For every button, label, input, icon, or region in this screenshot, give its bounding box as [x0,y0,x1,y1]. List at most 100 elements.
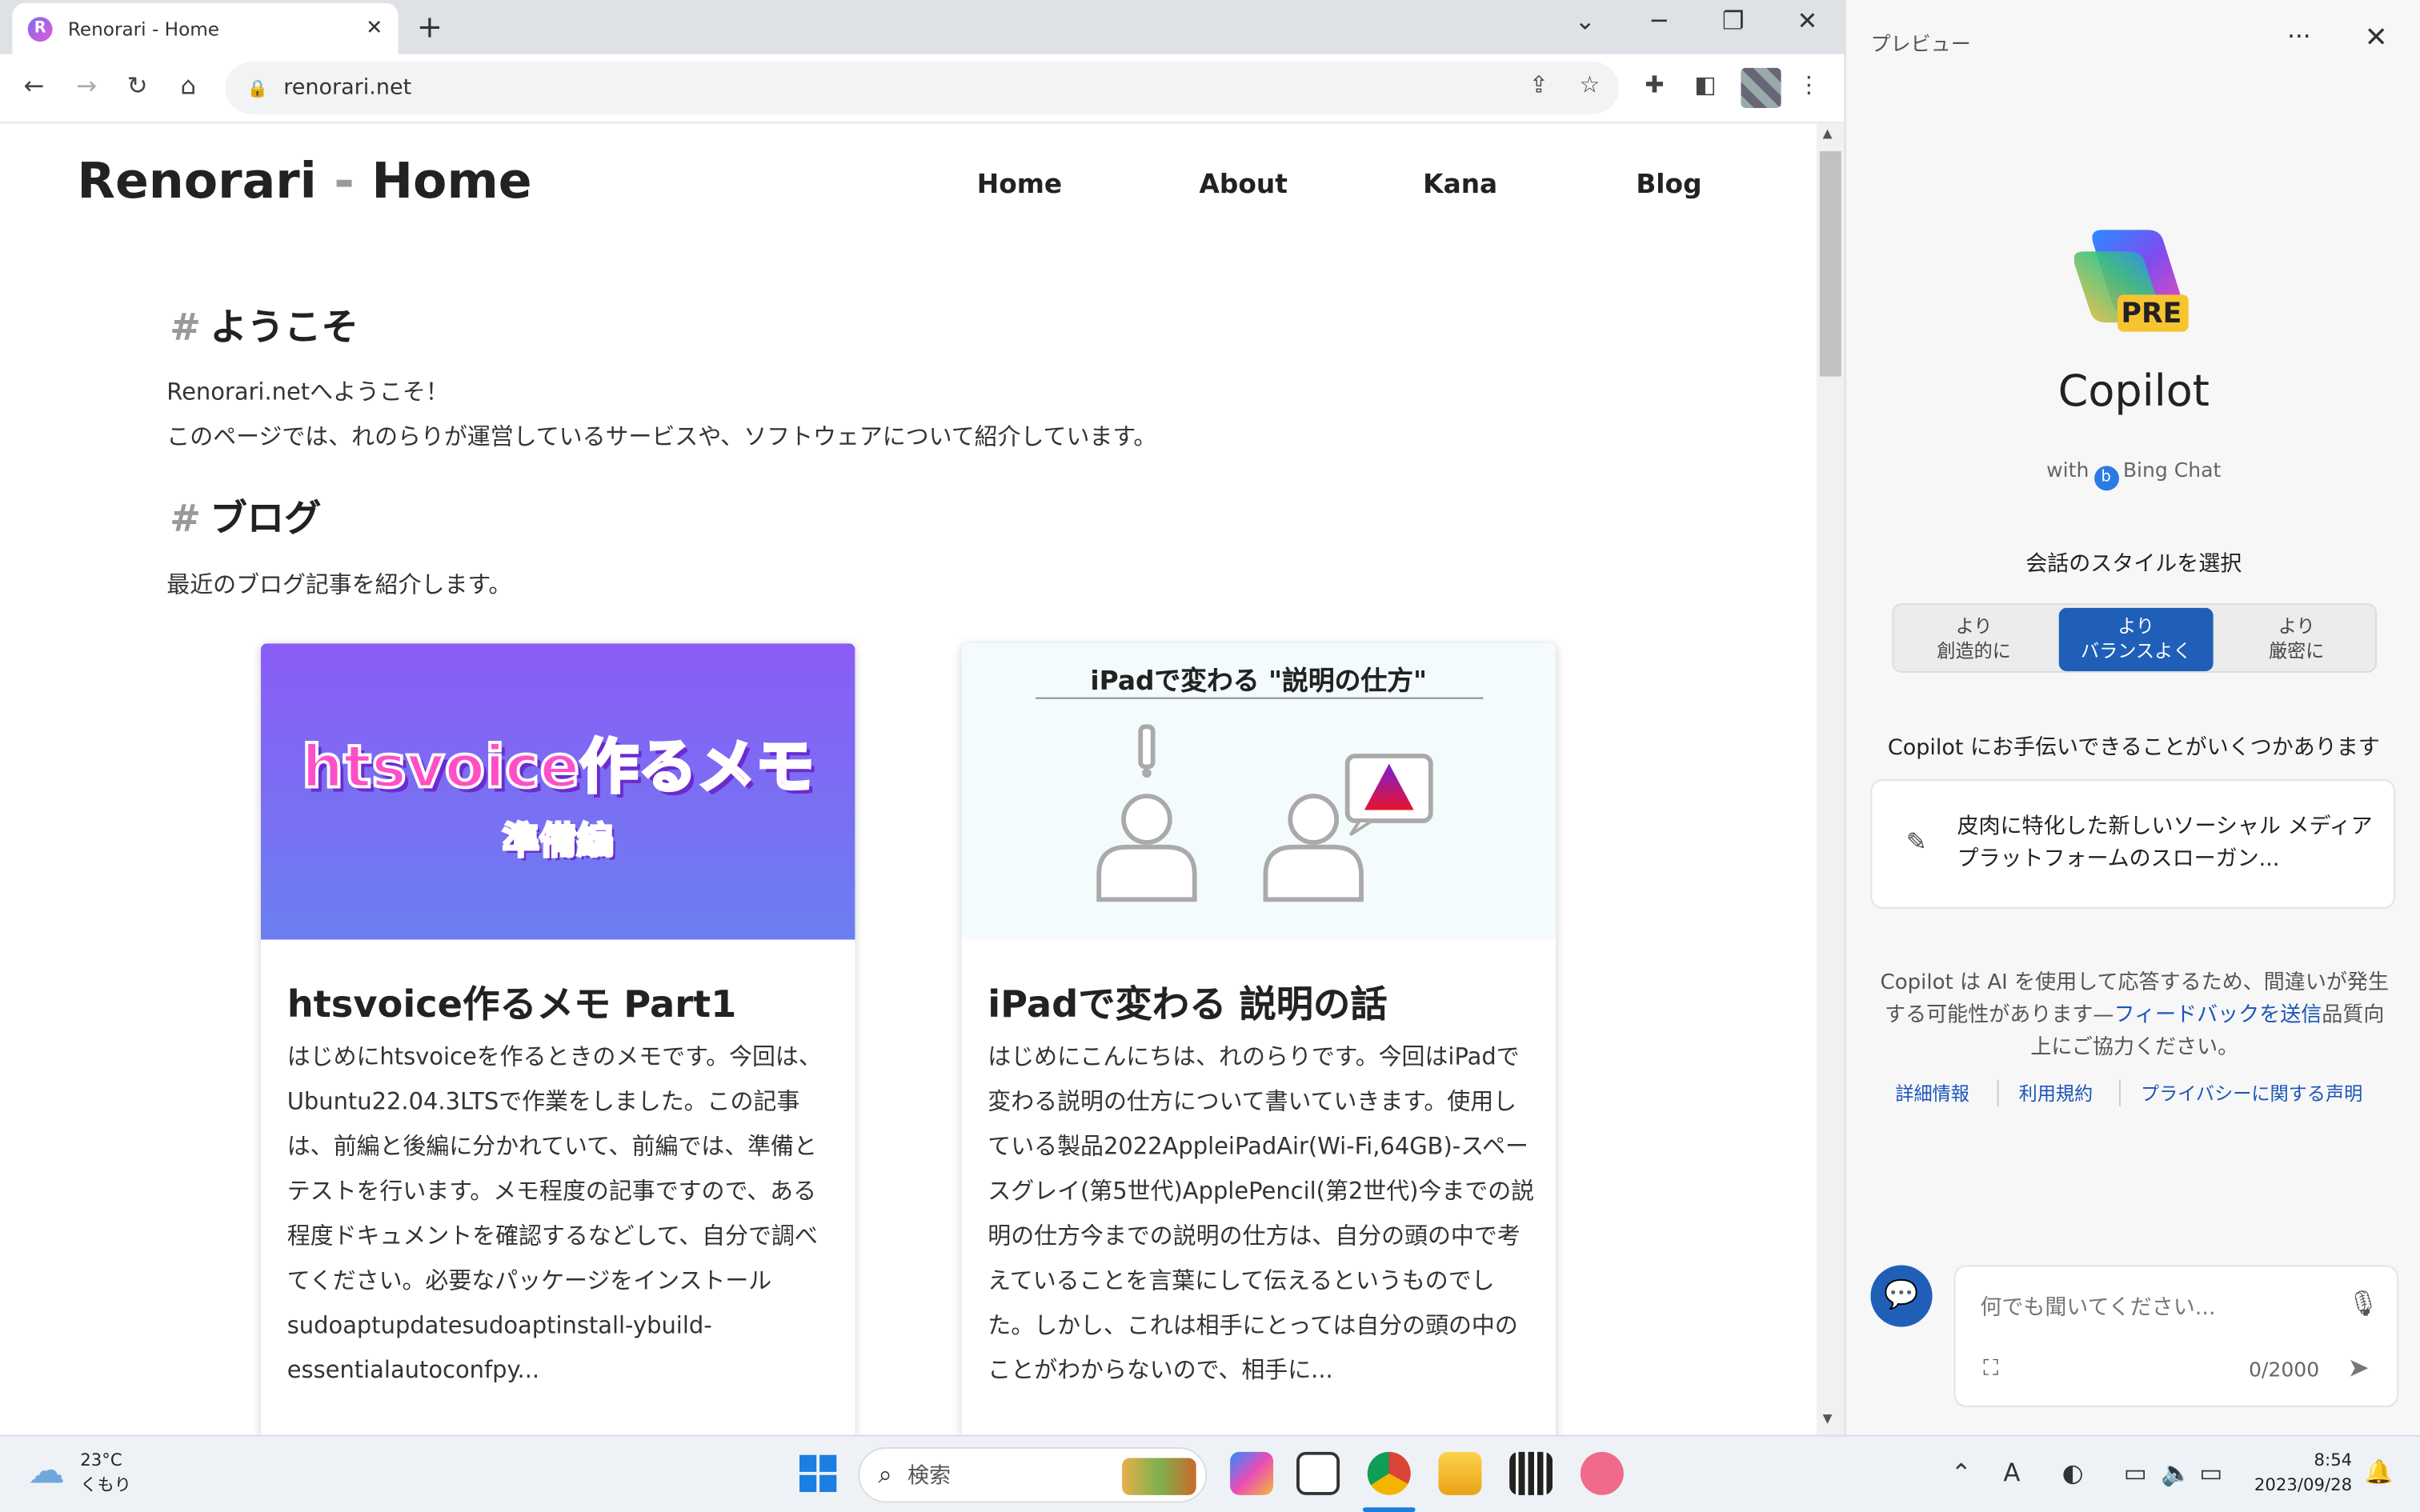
search-highlight-image [1122,1458,1196,1495]
back-icon[interactable]: ← [18,71,50,101]
scroll-up-icon[interactable]: ▲ [1823,126,1833,140]
style-precise-button[interactable]: より 厳密に [2219,608,2374,671]
clock[interactable]: 8:54 2023/09/28 [2254,1449,2352,1498]
renorari-favicon-icon: R [27,16,53,42]
scroll-down-icon[interactable]: ▼ [1823,1412,1833,1426]
lock-icon: 🔒 [246,78,269,98]
nav-about-link[interactable]: About [1200,170,1288,201]
task-view-icon[interactable] [1296,1451,1340,1495]
reload-icon[interactable]: ↻ [122,71,153,101]
panel-close-icon[interactable]: ✕ [2365,22,2388,54]
video-editor-icon[interactable] [1509,1451,1553,1495]
welcome-heading: # ようこそ [170,305,359,349]
card-title[interactable]: iPadで変わる 説明の話 [988,974,1387,1028]
search-icon: ⌕ [878,1459,892,1490]
feedback-link[interactable]: フィードバックを送信 [2113,1003,2322,1028]
tab-close-icon[interactable]: ✕ [366,17,383,40]
tab-renorari-home[interactable]: R Renorari - Home ✕ [12,2,399,54]
card-thumbnail[interactable]: htsvoice作るメモ 準備編 [260,643,855,940]
image-capture-icon[interactable]: ⛶ [1983,1356,1998,1381]
web-page: Renorari - Home Home About Kana Blog # よう… [0,123,1817,1435]
nav-kana-link[interactable]: Kana [1423,170,1497,201]
ime-mode-icon[interactable]: ◐ [2062,1458,2084,1488]
card-excerpt: はじめにこんにちは、れのらりです。今回はiPadで変わる説明の仕方について書いて… [988,1042,1535,1384]
search-placeholder: 検索 [907,1464,951,1490]
help-heading: Copilot にお手伝いできることがいくつかあります [1887,735,2380,761]
active-app-indicator [1362,1507,1416,1512]
restore-button[interactable]: ❐ [1710,6,1757,36]
taskbar-search[interactable]: ⌕ 検索 [858,1447,1208,1503]
welcome-text-2: このページでは、れのらりが運営しているサービスや、ソフトウェアについて紹介してい… [166,422,1157,451]
link-divider [2118,1080,2121,1106]
window-close-button[interactable]: ✕ [1784,6,1830,36]
weather-widget[interactable]: 23°C くもり [80,1449,131,1498]
bing-icon: b [2093,466,2119,491]
forward-icon[interactable]: → [71,71,102,101]
card-title[interactable]: htsvoice作るメモ Part1 [287,974,737,1028]
card-thumbnail[interactable]: iPadで変わる "説明の仕方" [961,643,1557,940]
nav-home-link[interactable]: Home [977,170,1062,201]
panel-title: プレビュー [1870,34,1971,58]
lips-app-icon[interactable] [1580,1451,1624,1495]
home-icon[interactable]: ⌂ [173,71,204,101]
copilot-title: Copilot [2057,366,2210,417]
details-link[interactable]: 詳細情報 [1895,1080,1969,1106]
blog-card-ipad[interactable]: iPadで変わる "説明の仕方" iPadで変わる 説明の話 はじめにこんにちは… [961,643,1557,1435]
browser-menu-icon[interactable]: ⋮ [1792,71,1825,99]
suggestion-text: 皮肉に特化した新しいソーシャル メディア プラットフォームのスローガン... [1957,814,2373,872]
bookmark-star-icon[interactable]: ☆ [1573,71,1606,99]
new-topic-button[interactable]: 💬 [1870,1265,1933,1327]
pre-badge: PRE [2121,298,2182,330]
microphone-icon[interactable]: 🎙 [2347,1288,2378,1318]
style-creative-button[interactable]: より 創造的に [1897,608,2051,671]
network-icon[interactable]: ▭ [2124,1458,2147,1488]
extensions-icon[interactable]: ✚ [1637,71,1671,99]
privacy-link[interactable]: プライバシーに関する声明 [2141,1080,2362,1106]
blog-card-htsvoice[interactable]: htsvoice作るメモ 準備編 htsvoice作るメモ Part1 はじめに… [260,643,855,1435]
char-count: 0/2000 [2248,1359,2320,1383]
browser-window: R Renorari - Home ✕ + ⌄ ─ ❐ ✕ ← → ↻ ⌂ 🔒 … [0,0,1845,1435]
welcome-text-1: Renorari.netへようこそ！ [166,378,449,406]
notification-bell-icon[interactable]: 🔔 [2365,1458,2394,1486]
ime-indicator[interactable]: A [2003,1458,2020,1488]
cloud-weather-icon[interactable]: ☁ [28,1449,65,1492]
send-icon[interactable]: ➤ [2347,1353,2369,1384]
card-excerpt: はじめにhtsvoiceを作るときのメモです。今回は、Ubuntu22.04.3… [286,1042,822,1384]
scrollbar-thumb[interactable] [1819,151,1841,377]
terms-link[interactable]: 利用規約 [2019,1080,2093,1106]
taskbar: ☁ 23°C くもり ⌕ 検索 ⌃ A ◐ ▭ 🔈 ▭ 8:54 2023/09/2… [0,1434,2420,1512]
style-balanced-button[interactable]: より バランスよく [2058,607,2214,671]
tab-search-dropdown-icon[interactable]: ⌄ [1562,6,1609,36]
style-prompt: 会話のスタイルを選択 [2025,552,2242,578]
side-panel-icon[interactable]: ◧ [1689,71,1722,99]
nav-blog-link[interactable]: Blog [1636,170,1701,201]
chat-input-box[interactable]: 何でも聞いてください... 🎙 ⛶ 0/2000 ➤ [1953,1265,2399,1407]
site-title[interactable]: Renorari - Home [77,151,531,210]
volume-icon[interactable]: 🔈 [2161,1458,2191,1488]
file-explorer-icon[interactable] [1438,1451,1482,1495]
link-divider [1997,1080,1999,1106]
start-windows-icon[interactable] [799,1454,837,1492]
profile-avatar[interactable] [1741,67,1781,109]
chat-input[interactable]: 何でも聞いてください... [1980,1291,2215,1322]
tab-title: Renorari - Home [67,18,220,40]
chrome-taskbar-icon[interactable] [1367,1451,1411,1495]
tray-overflow-icon[interactable]: ⌃ [1951,1458,1972,1488]
copilot-taskbar-icon[interactable] [1230,1451,1274,1495]
suggestion-card[interactable]: ✎ 皮肉に特化した新しいソーシャル メディア プラットフォームのスローガン... [1870,778,2396,909]
explain-illustration-icon [1096,724,1433,902]
blog-intro: 最近のブログ記事を紹介します。 [166,570,512,599]
share-icon[interactable]: ⇪ [1522,71,1556,99]
minimize-button[interactable]: ─ [1636,6,1682,36]
edit-pencil-icon: ✎ [1905,826,1927,857]
more-options-icon[interactable]: ··· [2287,22,2310,51]
disclaimer: Copilot は AI を使用して応答するため、間違いが発生する可能性がありま… [1880,970,2389,1060]
url-text: renorari.net [283,75,412,101]
new-tab-button[interactable]: + [417,8,443,45]
copilot-panel: プレビュー ··· ✕ PRE Copilot with b Bing Chat 会… [1844,0,2420,1435]
battery-icon[interactable]: ▭ [2199,1458,2222,1488]
thumbnail-subtitle: 準備編 [501,818,615,864]
with-bing-chat: with b Bing Chat [1846,460,2420,491]
blog-heading: # ブログ [170,497,322,541]
address-bar[interactable]: 🔒 renorari.net [225,62,1620,114]
